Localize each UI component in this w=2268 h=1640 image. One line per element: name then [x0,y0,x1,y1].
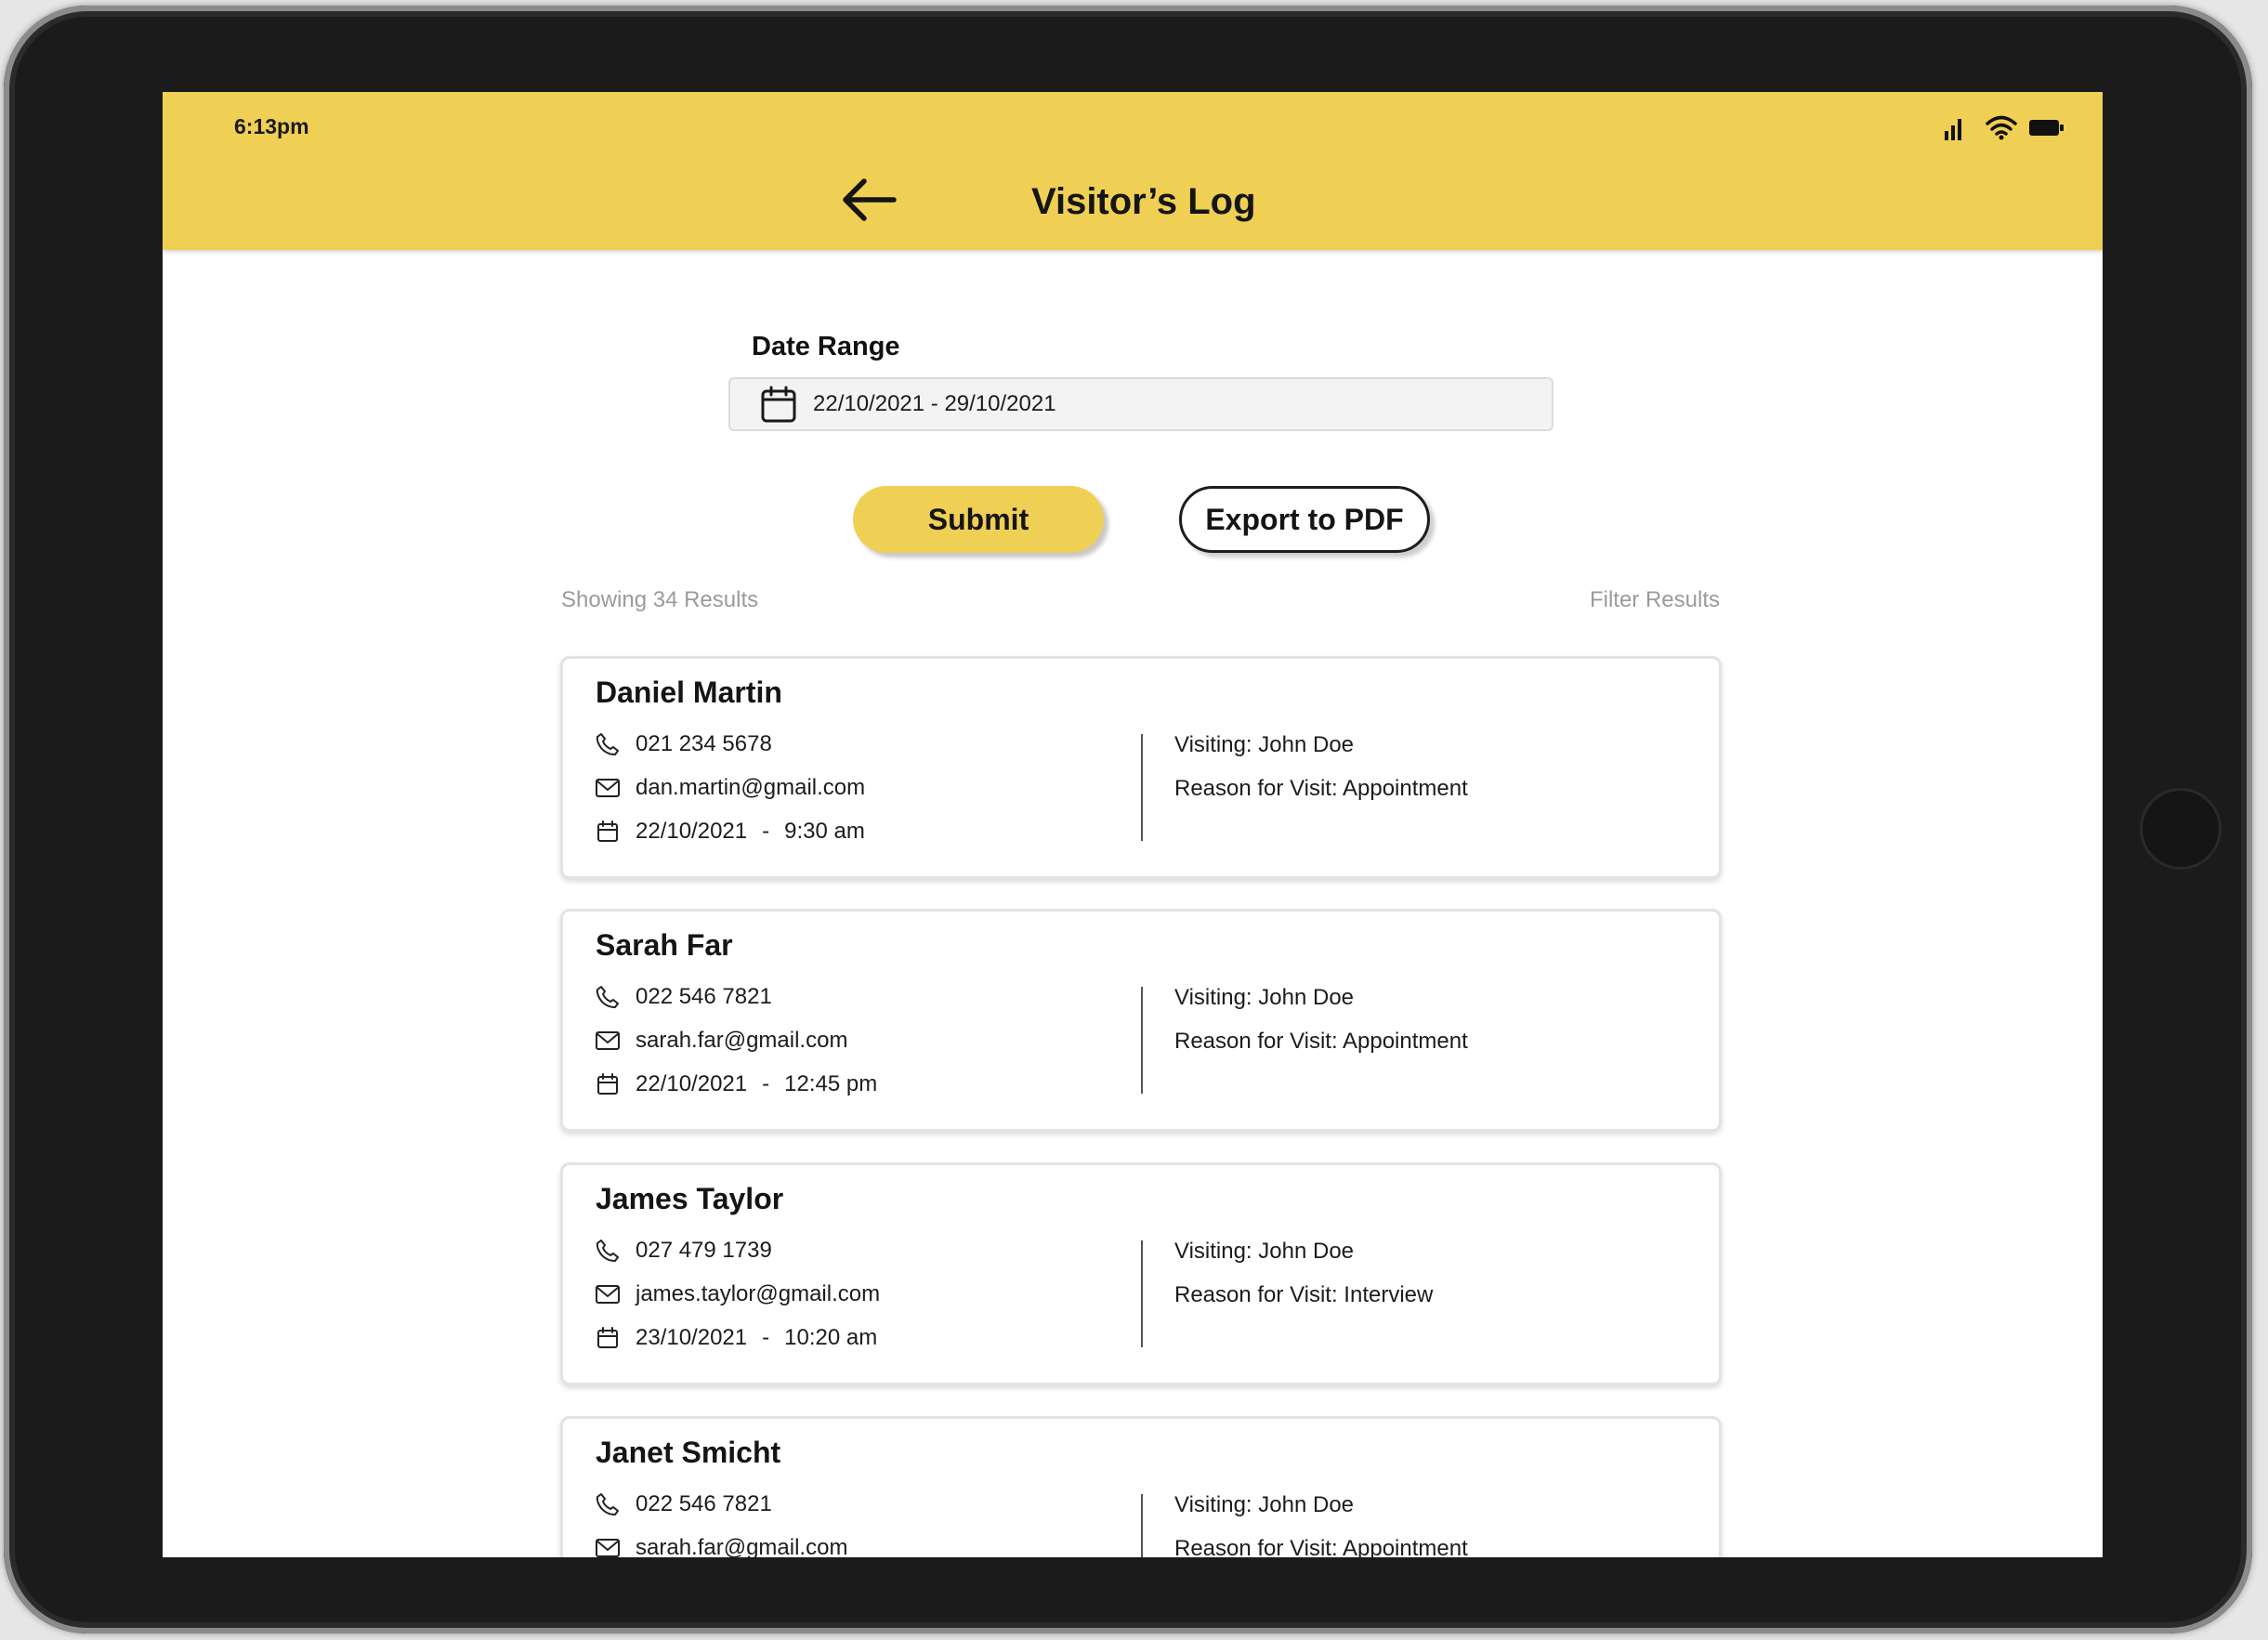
visit-reason: Reason for Visit: Appointment [1174,1536,1468,1557]
card-divider [1141,1240,1143,1347]
visit-time: 9:30 am [784,819,865,844]
mail-icon [595,1535,621,1557]
email-row: sarah.far@gmail.com [595,1028,847,1054]
visit-reason: Reason for Visit: Appointment [1174,776,1468,801]
date-range-label: Date Range [752,332,900,361]
home-button[interactable] [2143,791,2219,867]
visiting-host: Visiting: John Doe [1174,985,1355,1010]
phone-icon [595,731,621,757]
results-count: Showing 34 Results [561,587,759,612]
phone-icon [595,1238,621,1264]
filter-results-link[interactable]: Filter Results [1590,587,1720,613]
email-row: sarah.far@gmail.com [595,1535,847,1557]
mail-icon [595,775,621,801]
date-separator: - [762,1325,770,1350]
phone-icon [595,1491,621,1517]
app-header: 6:13pm Visitor’s Log [163,92,2103,250]
tablet-frame: 6:13pm Visitor’s Log Date Range 22/10/20… [4,6,2252,1633]
arrow-left-icon [840,177,898,228]
datetime-row: 22/10/2021 - 12:45 pm [595,1071,877,1097]
submit-button[interactable]: Submit [853,486,1104,553]
wifi-icon [1986,114,2017,145]
phone-row: 027 479 1739 [595,1238,772,1264]
visitor-name: Janet Smicht [596,1436,781,1469]
card-divider [1141,1494,1143,1557]
mail-icon [595,1028,621,1054]
visit-reason: Reason for Visit: Interview [1174,1282,1434,1307]
datetime-row: 22/10/2021 - 9:30 am [595,819,865,845]
calendar-icon [761,386,796,423]
calendar-icon [595,1325,621,1351]
visitor-card[interactable]: James Taylor 027 479 1739 james.taylor@g… [560,1162,1722,1385]
visitor-name: Sarah Far [596,928,733,962]
calendar-icon [595,1071,621,1097]
visit-date: 22/10/2021 [636,819,748,844]
visitor-card[interactable]: Janet Smicht 022 546 7821 sarah.far@gmai… [560,1416,1722,1557]
card-divider [1141,987,1143,1094]
visit-reason: Reason for Visit: Appointment [1174,1029,1468,1054]
mail-icon [595,1281,621,1307]
visitor-phone: 022 546 7821 [636,984,772,1009]
visit-date: 23/10/2021 [636,1325,748,1350]
visitor-phone: 022 546 7821 [636,1491,772,1516]
datetime-row: 23/10/2021 - 10:20 am [595,1325,877,1351]
visitor-phone: 027 479 1739 [636,1238,772,1263]
app-screen: 6:13pm Visitor’s Log Date Range 22/10/20… [163,92,2103,1557]
date-range-field[interactable]: 22/10/2021 - 29/10/2021 [728,377,1554,431]
visitor-name: James Taylor [596,1182,784,1215]
status-time: 6:13pm [234,114,309,138]
battery-icon [2028,114,2065,145]
visitor-email: dan.martin@gmail.com [636,775,866,800]
visitor-phone: 021 234 5678 [636,731,772,756]
visitor-card[interactable]: Daniel Martin 021 234 5678 dan.martin@gm… [560,656,1722,879]
phone-row: 022 546 7821 [595,984,772,1010]
email-row: james.taylor@gmail.com [595,1281,880,1307]
export-pdf-button[interactable]: Export to PDF [1179,486,1430,553]
visitor-email: james.taylor@gmail.com [636,1281,881,1306]
visitor-name: Daniel Martin [596,676,782,709]
visiting-host: Visiting: John Doe [1174,1239,1355,1264]
phone-row: 022 546 7821 [595,1491,772,1517]
page-title: Visitor’s Log [1031,181,1256,222]
visit-time: 10:20 am [784,1325,878,1350]
visitor-email: sarah.far@gmail.com [636,1028,848,1053]
visit-time: 12:45 pm [784,1071,878,1096]
visitor-email: sarah.far@gmail.com [636,1535,848,1557]
phone-icon [595,984,621,1010]
calendar-icon [595,819,621,845]
visiting-host: Visiting: John Doe [1174,1492,1355,1517]
card-divider [1141,734,1143,841]
phone-row: 021 234 5678 [595,731,772,757]
date-separator: - [762,819,770,844]
signal-icon [1945,114,1967,145]
date-range-value: 22/10/2021 - 29/10/2021 [813,391,1056,416]
date-separator: - [762,1071,770,1096]
visitor-card[interactable]: Sarah Far 022 546 7821 sarah.far@gmail.c… [560,909,1722,1132]
visiting-host: Visiting: John Doe [1174,732,1355,757]
email-row: dan.martin@gmail.com [595,775,865,801]
visit-date: 22/10/2021 [636,1071,748,1096]
back-button[interactable] [836,174,901,230]
